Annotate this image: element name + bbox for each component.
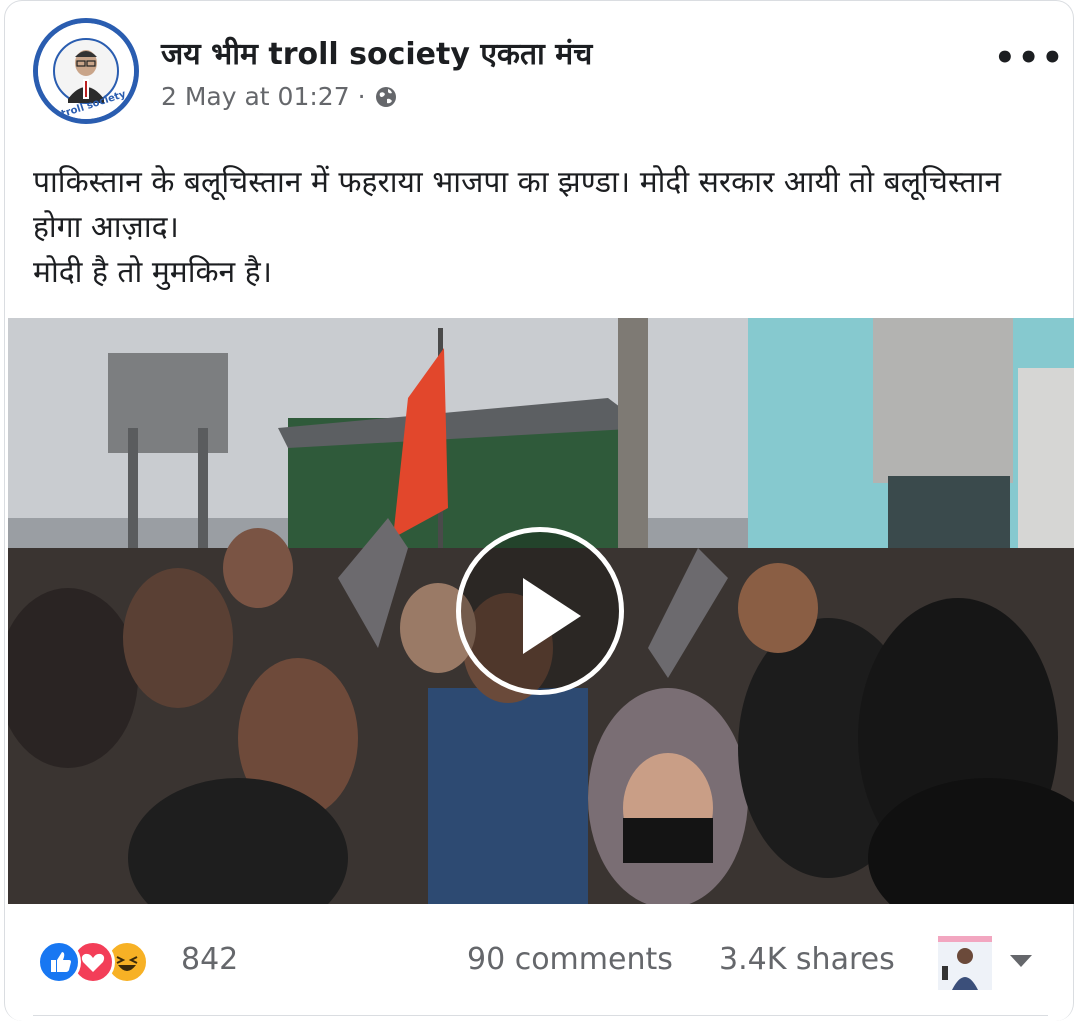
viewer-avatar[interactable] [938, 936, 992, 990]
comments-count[interactable]: 90 comments [467, 942, 673, 977]
reaction-count[interactable]: 842 [181, 942, 238, 977]
shares-count[interactable]: 3.4K shares [719, 942, 895, 977]
post-text-line: पाकिस्तान के बलूचिस्तान में फहराया भाजपा… [33, 165, 1002, 245]
reaction-icons[interactable] [37, 940, 149, 984]
meta-separator: · [357, 82, 366, 111]
post-timestamp[interactable]: 2 May at 01:27 [161, 82, 350, 111]
page-avatar[interactable]: troll society [33, 18, 139, 124]
footer-divider [33, 1015, 1048, 1016]
post-meta: 2 May at 01:27 · [161, 82, 398, 111]
page-name[interactable]: जय भीम troll society एकता मंच [161, 32, 592, 73]
more-options-icon[interactable]: ••• [994, 41, 1065, 75]
play-button[interactable] [456, 527, 624, 695]
chevron-down-icon[interactable] [1010, 955, 1032, 967]
post-text: पाकिस्तान के बलूचिस्तान में फहराया भाजपा… [33, 160, 1053, 295]
like-reaction-icon [37, 940, 81, 984]
globe-icon [375, 86, 396, 107]
play-icon [523, 578, 581, 654]
post-text-line: मोदी है तो मुमकिन है। [33, 255, 272, 290]
